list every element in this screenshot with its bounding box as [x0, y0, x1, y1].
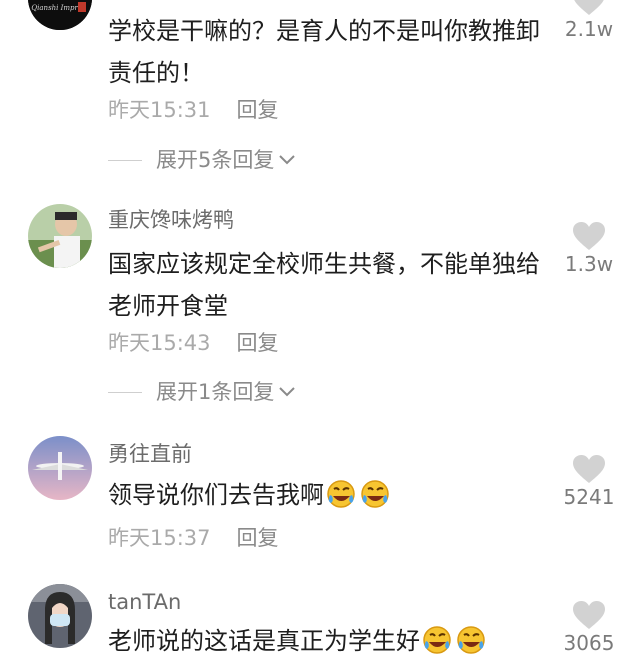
- expand-replies-label: 展开5条回复: [156, 148, 275, 172]
- like-count: 2.1w: [564, 17, 614, 41]
- comment-text: 国家应该规定全校师生共餐，不能单独给老师开食堂: [108, 250, 540, 320]
- avatar-image: [28, 584, 92, 648]
- expand-replies-button[interactable]: 展开1条回复: [108, 378, 296, 406]
- comment-time: 昨天15:43: [108, 331, 211, 355]
- heart-icon: [573, 601, 605, 629]
- avatar[interactable]: Qianshi Impref: [28, 0, 92, 30]
- divider-dash: [108, 391, 142, 393]
- avatar[interactable]: [28, 584, 92, 648]
- comment-time: 昨天15:37: [108, 526, 211, 550]
- like-button[interactable]: 5241: [554, 454, 624, 510]
- comment-text: 学校是干嘛的？是育人的不是叫你教推卸责任的！: [108, 17, 540, 87]
- laugh-cry-emoji: [360, 479, 392, 522]
- chevron-down-icon: [279, 387, 296, 397]
- avatar-image: Qianshi Impref: [28, 0, 92, 30]
- comment-meta: 昨天15:31 回复: [108, 96, 279, 124]
- comment-text-row: 老师说的这话是真正为学生好: [108, 620, 548, 668]
- reply-button[interactable]: 回复: [237, 331, 279, 355]
- comment-meta: 昨天15:43 回复: [108, 329, 279, 357]
- avatar-image: [28, 436, 92, 500]
- comment-text-row: 领导说你们去告我啊: [108, 474, 548, 522]
- comment-text: 老师说的这话是真正为学生好: [108, 627, 420, 655]
- like-button[interactable]: 2.1w: [554, 0, 624, 42]
- like-button[interactable]: 3065: [554, 600, 624, 656]
- reply-button[interactable]: 回复: [237, 526, 279, 550]
- like-count: 1.3w: [564, 252, 614, 276]
- expand-replies-label: 展开1条回复: [156, 380, 275, 404]
- laugh-cry-emoji: [326, 479, 358, 522]
- expand-replies-button[interactable]: 展开5条回复: [108, 146, 296, 174]
- heart-icon: [573, 455, 605, 483]
- divider-dash: [108, 159, 142, 161]
- like-count: 5241: [563, 485, 615, 509]
- like-count: 3065: [563, 631, 615, 655]
- reply-button[interactable]: 回复: [237, 98, 279, 122]
- avatar[interactable]: [28, 204, 92, 268]
- avatar-image: [28, 204, 92, 268]
- chevron-down-icon: [279, 155, 296, 165]
- like-button[interactable]: 1.3w: [554, 221, 624, 277]
- comment-time: 昨天15:31: [108, 98, 211, 122]
- heart-icon: [573, 222, 605, 250]
- username[interactable]: 勇往直前: [108, 440, 192, 468]
- avatar[interactable]: [28, 436, 92, 500]
- username[interactable]: 重庆馋味烤鸭: [108, 206, 234, 234]
- comment-text: 领导说你们去告我啊: [108, 481, 324, 509]
- username[interactable]: tanTAn: [108, 588, 181, 616]
- comment-meta: 昨天15:37 回复: [108, 524, 279, 552]
- laugh-cry-emoji: [456, 625, 488, 668]
- avatar-logo-text: Qianshi Impref: [31, 4, 86, 12]
- heart-icon: [574, 0, 604, 15]
- laugh-cry-emoji: [422, 625, 454, 668]
